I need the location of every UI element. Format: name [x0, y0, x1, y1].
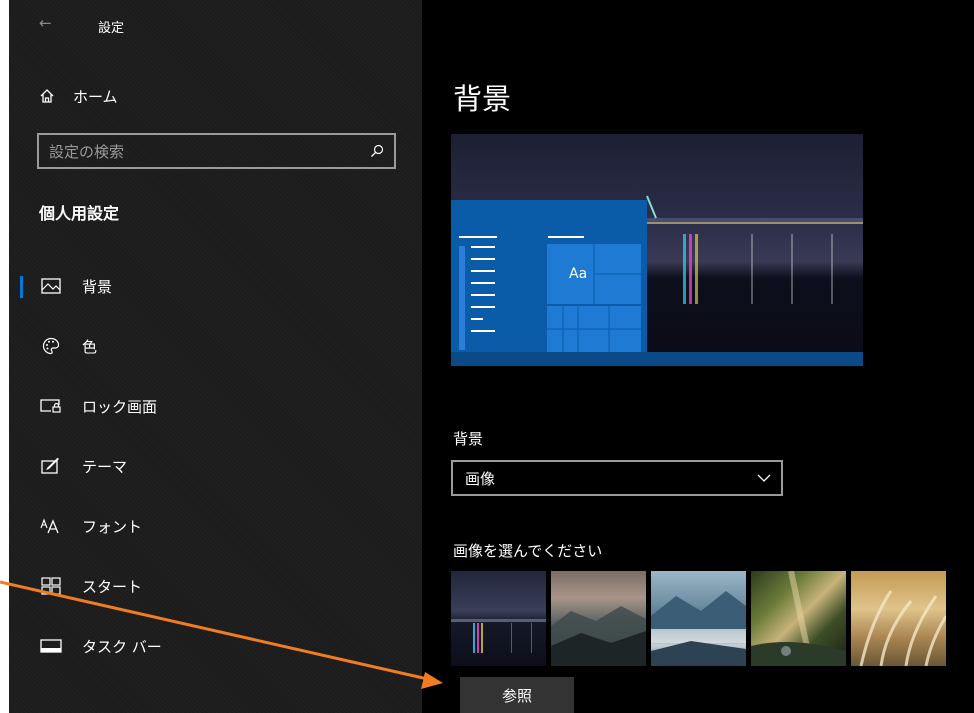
sidebar-item-taskbar[interactable]: タスク バー: [9, 620, 422, 672]
thumbnail-forest-stream[interactable]: [751, 571, 846, 666]
browse-button[interactable]: 参照: [460, 677, 574, 713]
taskbar-icon: [40, 636, 62, 656]
desktop-preview: Aa: [451, 134, 863, 366]
home-nav-item[interactable]: ホーム: [39, 84, 118, 108]
theme-icon: [40, 456, 62, 476]
thumbnail-misty-mountains[interactable]: [551, 571, 646, 666]
choose-picture-label: 画像を選んでください: [453, 542, 603, 560]
sidebar-item-label: ロック画面: [82, 397, 158, 416]
sidebar: ← 設定 ホーム 設定の検索 個人用設定 背景 色 ロック画面 テーマ フォント…: [9, 0, 422, 713]
sidebar-item-label: 色: [82, 337, 98, 356]
sidebar-item-background[interactable]: 背景: [9, 260, 422, 312]
settings-window: ← 設定 ホーム 設定の検索 個人用設定 背景 色 ロック画面 テーマ フォント…: [9, 0, 974, 713]
sidebar-item-label: タスク バー: [82, 637, 162, 656]
search-input[interactable]: 設定の検索: [37, 133, 396, 169]
sidebar-item-font[interactable]: フォント: [9, 500, 422, 552]
sidebar-item-label: テーマ: [82, 457, 128, 476]
palette-icon: [40, 336, 62, 356]
page-title: 背景: [453, 82, 512, 116]
font-icon: [40, 516, 62, 536]
sidebar-item-lock-screen[interactable]: ロック画面: [9, 380, 422, 432]
preview-sample-text: Aa: [569, 266, 588, 282]
thumbnail-night-bridge[interactable]: [451, 571, 546, 666]
sidebar-item-label: スタート: [82, 577, 143, 596]
start-menu-tiles: [459, 236, 641, 352]
background-type-label: 背景: [453, 430, 484, 448]
sidebar-item-theme[interactable]: テーマ: [9, 440, 422, 492]
sidebar-item-start[interactable]: スタート: [9, 560, 422, 612]
section-heading: 個人用設定: [39, 204, 120, 223]
back-arrow-icon[interactable]: ←: [39, 14, 52, 32]
search-icon[interactable]: [370, 144, 384, 158]
start-icon: [40, 576, 62, 596]
sidebar-item-label: フォント: [82, 517, 143, 536]
lock-screen-icon: [40, 396, 62, 416]
sidebar-item-label: 背景: [82, 277, 113, 296]
search-placeholder: 設定の検索: [49, 142, 125, 161]
start-menu-preview: Aa: [451, 200, 647, 352]
thumbnail-pampas-grass[interactable]: [851, 571, 946, 666]
background-type-dropdown[interactable]: 画像: [451, 460, 783, 496]
home-icon: [40, 89, 54, 103]
sidebar-item-color[interactable]: 色: [9, 320, 422, 372]
title-bar: ← 設定: [9, 0, 422, 50]
app-title: 設定: [98, 21, 125, 36]
picture-thumbnails: [451, 571, 951, 666]
dropdown-value: 画像: [465, 469, 496, 488]
home-label: ホーム: [73, 87, 118, 106]
thumbnail-cloud-sea[interactable]: [651, 571, 746, 666]
picture-icon: [40, 276, 62, 296]
chevron-down-icon: [757, 474, 771, 482]
taskbar-preview: [451, 352, 863, 366]
main-content: 背景 Aa 背景 画像 画像を選んでください 参照: [422, 0, 974, 713]
